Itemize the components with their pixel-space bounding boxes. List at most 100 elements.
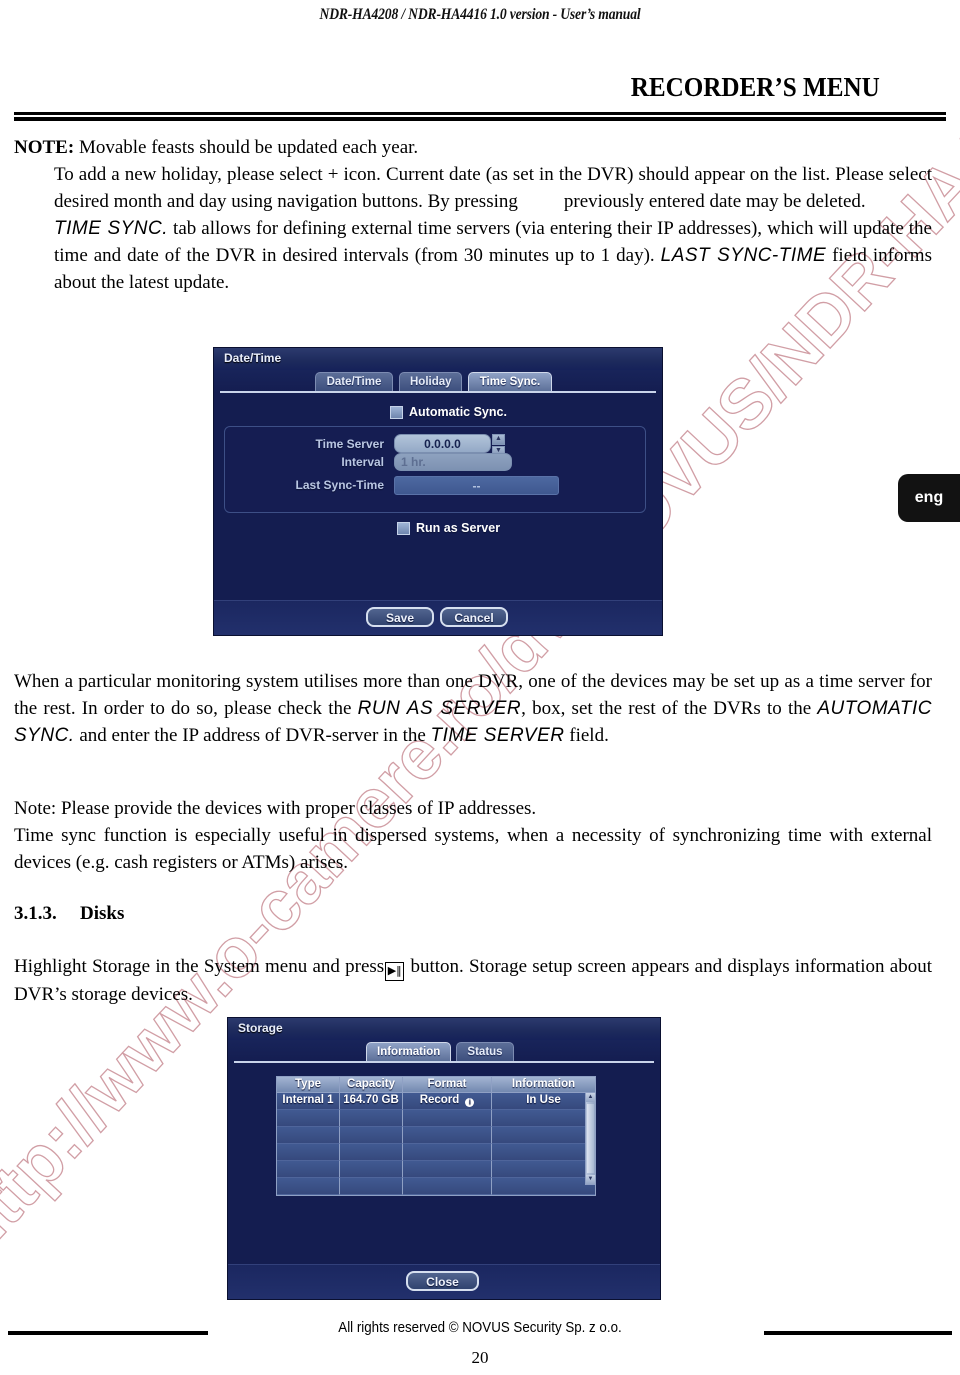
interval-input[interactable]: 1 hr. xyxy=(394,453,512,471)
save-button[interactable]: Save xyxy=(366,607,434,627)
emphasis-time-server: TIME SERVER xyxy=(430,725,565,746)
automatic-sync-label: Automatic Sync. xyxy=(409,405,507,419)
close-button[interactable]: Close xyxy=(406,1271,479,1291)
cell-information xyxy=(492,1161,595,1178)
server-text-d: field. xyxy=(564,725,609,746)
cell-information xyxy=(492,1144,595,1161)
format-info-icon: i xyxy=(465,1098,475,1107)
cell-type xyxy=(277,1127,340,1144)
run-as-server-label: Run as Server xyxy=(416,521,501,535)
run-as-server-checkbox[interactable] xyxy=(397,521,410,535)
storage-table-scrollbar[interactable]: ▲ ▼ xyxy=(585,1092,596,1185)
cell-format xyxy=(403,1127,492,1144)
cell-format xyxy=(403,1178,492,1195)
storage-dialog-title: Storage xyxy=(238,1021,283,1035)
cell-capacity xyxy=(340,1127,403,1144)
cell-capacity: 164.70 GB xyxy=(340,1093,403,1110)
paragraph-time-sync: TIME SYNC. tab allows for defining exter… xyxy=(54,215,932,296)
emphasis-time-sync: TIME SYNC. xyxy=(54,218,169,239)
note-label: NOTE: xyxy=(14,137,75,158)
storage-dialog-footer: Close xyxy=(228,1264,660,1299)
storage-table-header-row: Type Capacity Format Information xyxy=(277,1077,595,1093)
storage-intro-a: Highlight Storage in the System menu and… xyxy=(14,956,385,977)
cancel-button[interactable]: Cancel xyxy=(440,607,508,627)
footer-copyright: All rights reserved © NOVUS Security Sp.… xyxy=(338,1320,622,1336)
document-page: NDR-HA4208 / NDR-HA4416 1.0 version - Us… xyxy=(0,0,960,1375)
storage-table: Type Capacity Format Information Interna… xyxy=(276,1076,596,1196)
storage-dialog-tabstrip: Information Status xyxy=(228,1040,660,1063)
cell-format-text: Record xyxy=(419,1094,460,1106)
column-header-format: Format xyxy=(403,1077,492,1093)
table-row[interactable] xyxy=(277,1127,595,1144)
table-row[interactable] xyxy=(277,1144,595,1161)
scroll-thumb[interactable] xyxy=(587,1104,594,1173)
running-head: NDR-HA4208 / NDR-HA4416 1.0 version - Us… xyxy=(319,6,641,23)
automatic-sync-checkbox-row[interactable]: Automatic Sync. xyxy=(390,405,507,419)
paragraph-block-server: When a particular monitoring system util… xyxy=(14,668,932,749)
cell-format: Record i xyxy=(403,1093,492,1110)
tab-time-sync[interactable]: Time Sync. xyxy=(468,372,552,391)
scroll-up-arrow[interactable]: ▲ xyxy=(586,1093,595,1102)
paragraph-ip-classes: Note: Please provide the devices with pr… xyxy=(14,798,537,819)
cell-capacity xyxy=(340,1178,403,1195)
cell-type xyxy=(277,1110,340,1127)
table-row[interactable] xyxy=(277,1161,595,1178)
table-row[interactable] xyxy=(277,1178,595,1195)
cell-information xyxy=(492,1110,595,1127)
column-header-capacity: Capacity xyxy=(340,1077,403,1093)
cell-type: Internal 1 xyxy=(277,1093,340,1110)
storage-dialog: Storage Information Status Type Capacity… xyxy=(228,1018,660,1299)
last-sync-time-label: Last Sync-Time xyxy=(295,478,384,492)
spinner-up-arrow[interactable]: ▲ xyxy=(492,434,505,445)
cell-format xyxy=(403,1110,492,1127)
heading-disks: 3.1.3. Disks xyxy=(14,903,124,925)
server-text-c: and enter the IP address of DVR-server i… xyxy=(74,725,431,746)
cell-type xyxy=(277,1161,340,1178)
storage-dialog-titlebar: Storage xyxy=(228,1018,660,1040)
table-row[interactable] xyxy=(277,1110,595,1127)
section-title: RECORDER’S MENU xyxy=(630,72,880,102)
paragraph-storage-intro: Highlight Storage in the System menu and… xyxy=(14,953,932,1008)
datetime-dialog-footer: Save Cancel xyxy=(214,600,662,635)
tab-information[interactable]: Information xyxy=(366,1042,451,1061)
paragraph-time-sync-usefulness: Time sync function is especially useful … xyxy=(14,825,932,873)
column-header-type: Type xyxy=(277,1077,340,1093)
tab-date-time[interactable]: Date/Time xyxy=(315,372,393,391)
run-as-server-checkbox-row[interactable]: Run as Server xyxy=(397,521,500,535)
cell-information: In Use xyxy=(492,1093,595,1110)
time-server-label: Time Server xyxy=(315,437,385,451)
cell-information xyxy=(492,1127,595,1144)
note-text: Movable feasts should be updated each ye… xyxy=(74,137,419,158)
datetime-dialog-tabstrip: Date/Time Holiday Time Sync. xyxy=(214,370,662,393)
cell-type xyxy=(277,1144,340,1161)
datetime-dialog-titlebar: Date/Time xyxy=(214,348,662,370)
automatic-sync-checkbox[interactable] xyxy=(390,405,403,419)
paragraph-holidays: To add a new holiday, please select + ic… xyxy=(54,161,932,215)
interval-label: Interval xyxy=(341,455,384,469)
storage-tabstrip-underline xyxy=(234,1061,654,1063)
paragraph-block-storage-intro: Highlight Storage in the System menu and… xyxy=(14,953,932,1008)
tab-holiday[interactable]: Holiday xyxy=(399,372,462,391)
paragraph-run-as-server: When a particular monitoring system util… xyxy=(14,668,932,749)
server-text-b: , box, set the rest of the DVRs to the xyxy=(521,698,818,719)
paragraph-block-notes: Note: Please provide the devices with pr… xyxy=(14,795,932,876)
datetime-dialog-title: Date/Time xyxy=(224,351,282,365)
tabstrip-underline xyxy=(220,391,656,393)
table-row[interactable]: Internal 1 164.70 GB Record i In Use xyxy=(277,1093,595,1110)
emphasis-run-as-server: RUN AS SERVER xyxy=(357,698,522,719)
cell-type xyxy=(277,1178,340,1195)
cell-capacity xyxy=(340,1144,403,1161)
holidays-text-b: previously entered date may be deleted. xyxy=(563,191,866,212)
heading-number: 3.1.3. xyxy=(14,903,57,924)
tab-status[interactable]: Status xyxy=(456,1042,514,1061)
heading-text: Disks xyxy=(80,903,125,924)
column-header-information: Information xyxy=(492,1077,595,1093)
page-number: 20 xyxy=(471,1348,489,1367)
time-server-input[interactable]: 0.0.0.0 xyxy=(394,434,491,453)
scroll-down-arrow[interactable]: ▼ xyxy=(586,1175,595,1184)
datetime-dialog: Date/Time Date/Time Holiday Time Sync. A… xyxy=(214,348,662,635)
emphasis-last-sync-time: LAST SYNC-TIME xyxy=(660,245,827,266)
cell-information xyxy=(492,1178,595,1195)
language-tab-eng[interactable]: eng xyxy=(898,474,960,522)
cell-capacity xyxy=(340,1161,403,1178)
